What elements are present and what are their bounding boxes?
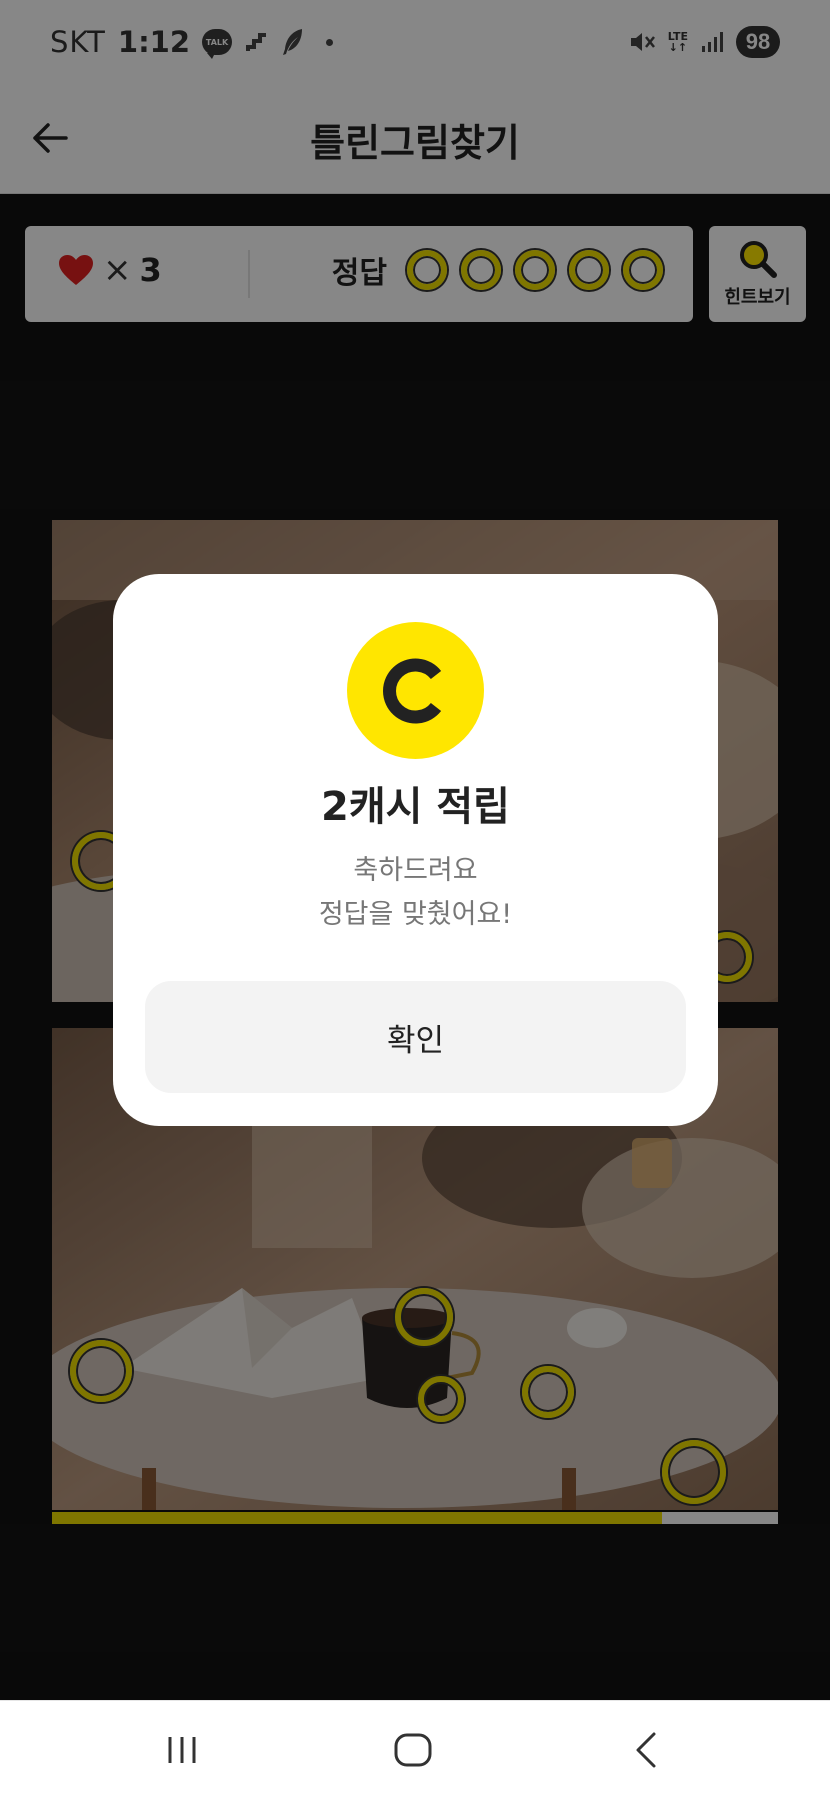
home-button[interactable] — [383, 1725, 443, 1775]
nav-back-icon — [636, 1732, 656, 1768]
confirm-button[interactable]: 확인 — [145, 981, 686, 1093]
recents-icon — [168, 1737, 196, 1763]
reward-message-line2: 정답을 맞췄어요! — [318, 899, 513, 930]
recents-button[interactable] — [152, 1725, 212, 1775]
coin-icon — [347, 622, 484, 759]
reward-title: 2캐시 적립 — [321, 784, 510, 830]
nav-back-button[interactable] — [616, 1725, 676, 1775]
reward-dialog: 2캐시 적립 축하드려요 정답을 맞췄어요! 확인 — [113, 574, 718, 1126]
reward-message-line1: 축하드려요 — [353, 855, 478, 886]
home-icon — [394, 1733, 432, 1767]
cash-c-glyph — [382, 658, 441, 723]
system-nav-bar — [0, 1700, 830, 1798]
